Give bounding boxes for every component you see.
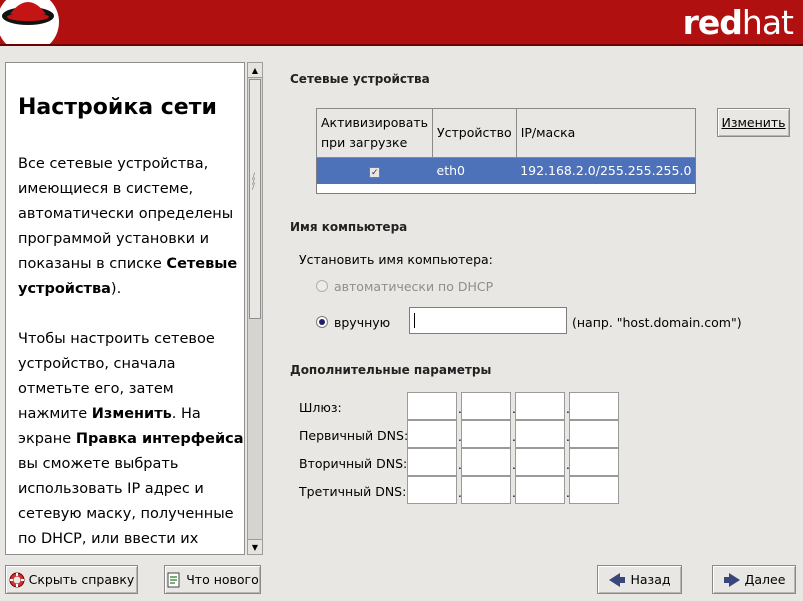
scroll-up-icon[interactable]: ▲: [248, 63, 262, 78]
shadowman-logo-icon: [0, 0, 59, 44]
hostname-example: (напр. "host.domain.com"): [572, 315, 742, 330]
ipmask-cell: 192.168.2.0/255.255.255.0: [516, 157, 696, 184]
lifebuoy-icon: [9, 572, 25, 588]
dns1-label: Первичный DNS:: [299, 428, 409, 443]
scrollbar-thumb[interactable]: / / /: [249, 79, 261, 319]
dns1-octet-3[interactable]: [515, 420, 565, 448]
gateway-octet-1[interactable]: [407, 392, 457, 420]
dns3-octet-2[interactable]: [461, 476, 511, 504]
column-header-device[interactable]: Устройство: [432, 108, 517, 158]
manual-radio-label: вручную: [334, 315, 391, 330]
dns3-octet-4[interactable]: [569, 476, 619, 504]
dhcp-radio-label: автоматически по DHCP: [334, 279, 494, 294]
text-caret: [414, 313, 415, 328]
column-header-ipmask[interactable]: IP/маска: [515, 108, 697, 158]
header-banner: redhat: [0, 0, 803, 46]
gateway-octet-3[interactable]: [515, 392, 565, 420]
hide-help-button[interactable]: Скрыть справку: [5, 565, 138, 594]
hostname-section-title: Имя компьютера: [290, 220, 408, 234]
dns3-label: Третичный DNS:: [299, 484, 407, 499]
gateway-octet-4[interactable]: [569, 392, 619, 420]
table-row[interactable]: ✓ eth0 192.168.2.0/255.255.255.0: [316, 157, 696, 184]
dns3-octet-1[interactable]: [407, 476, 457, 504]
set-hostname-label: Установить имя компьютера:: [299, 252, 493, 267]
extra-section-title: Дополнительные параметры: [290, 363, 492, 377]
redhat-brand-text: redhat: [682, 3, 794, 42]
dns3-octet-3[interactable]: [515, 476, 565, 504]
gateway-octet-2[interactable]: [461, 392, 511, 420]
edit-button[interactable]: Изменить: [717, 108, 790, 137]
help-paragraph-1: Все сетевые устройства, имеющиеся в сист…: [18, 156, 238, 297]
dns2-octet-1[interactable]: [407, 448, 457, 476]
dns2-octet-2[interactable]: [461, 448, 511, 476]
manual-radio[interactable]: [316, 316, 328, 328]
dns2-octet-4[interactable]: [569, 448, 619, 476]
grip-icon: / / /: [252, 172, 256, 192]
active-checkbox[interactable]: ✓: [369, 167, 381, 179]
dns2-octet-3[interactable]: [515, 448, 565, 476]
release-notes-icon: [166, 572, 182, 588]
help-paragraph-2: Чтобы настроить сетевое устройство, снач…: [18, 331, 244, 547]
column-header-active[interactable]: Активизировать при загрузке: [315, 108, 434, 158]
arrow-left-icon: [608, 572, 626, 588]
gateway-label: Шлюз:: [299, 400, 342, 415]
devices-section-title: Сетевые устройства: [290, 72, 430, 86]
scroll-down-icon[interactable]: ▼: [248, 539, 262, 554]
help-title: Настройка сети: [18, 95, 217, 120]
back-button[interactable]: Назад: [597, 565, 682, 594]
whats-new-button[interactable]: Что нового: [164, 565, 261, 594]
dns2-label: Вторичный DNS:: [299, 456, 408, 471]
next-button[interactable]: Далее: [712, 565, 796, 594]
hostname-input[interactable]: [409, 307, 567, 334]
dhcp-radio[interactable]: [316, 280, 328, 292]
help-panel: Настройка сети Все сетевые устройства, и…: [5, 62, 245, 555]
help-scrollbar[interactable]: ▲ / / / ▼: [247, 62, 263, 555]
devices-table: Активизировать при загрузке Устройство I…: [315, 108, 697, 194]
dns1-octet-2[interactable]: [461, 420, 511, 448]
dns1-octet-1[interactable]: [407, 420, 457, 448]
arrow-right-icon: [723, 572, 741, 588]
device-cell: eth0: [432, 157, 517, 184]
dns1-octet-4[interactable]: [569, 420, 619, 448]
